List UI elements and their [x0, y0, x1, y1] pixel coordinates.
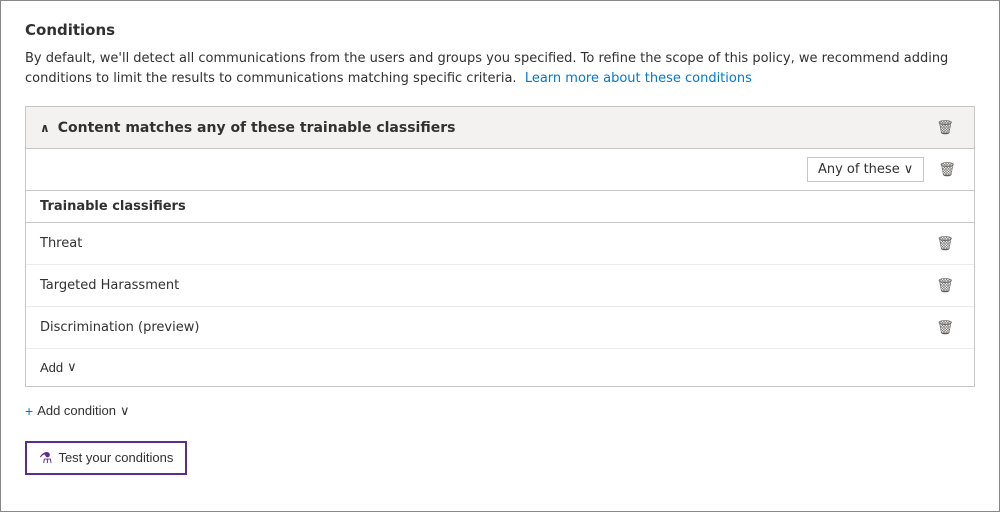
delete-condition-button[interactable]: 🗑: [930, 117, 960, 138]
toolbar-row: Any of these ∨ 🗑: [26, 149, 974, 191]
add-condition-label: Add condition: [37, 403, 116, 418]
classifiers-table: Trainable classifiers Threat 🗑 Targeted …: [26, 191, 974, 348]
test-conditions-button[interactable]: ⚗ Test your conditions: [25, 441, 187, 475]
bottom-actions: + Add condition ∨: [25, 403, 975, 419]
add-label: Add: [40, 360, 63, 375]
trash-icon: 🗑: [936, 277, 954, 294]
classifier-name: Discrimination (preview): [26, 307, 916, 349]
row-action-cell: 🗑: [916, 265, 974, 307]
delete-row-button[interactable]: 🗑: [930, 275, 960, 296]
trash-icon: 🗑: [936, 319, 954, 336]
trash-icon: 🗑: [936, 119, 954, 136]
condition-header-left: ∧ Content matches any of these trainable…: [40, 120, 455, 136]
add-classifier-button[interactable]: Add ∨: [40, 359, 77, 375]
any-of-these-dropdown[interactable]: Any of these ∨: [807, 157, 924, 182]
table-row: Threat 🗑: [26, 223, 974, 265]
collapse-chevron-icon[interactable]: ∧: [40, 121, 50, 135]
classifier-name: Threat: [26, 223, 916, 265]
column-header-actions: [916, 191, 974, 223]
conditions-page: Conditions By default, we'll detect all …: [1, 1, 999, 495]
chevron-down-icon: ∨: [904, 162, 914, 177]
classifier-name: Targeted Harassment: [26, 265, 916, 307]
delete-row-button[interactable]: 🗑: [930, 317, 960, 338]
beaker-icon: ⚗: [39, 449, 52, 467]
table-row: Targeted Harassment 🗑: [26, 265, 974, 307]
add-condition-chevron-icon: ∨: [120, 403, 130, 419]
page-description: By default, we'll detect all communicati…: [25, 49, 975, 88]
condition-block: ∧ Content matches any of these trainable…: [25, 106, 975, 387]
row-action-cell: 🗑: [916, 223, 974, 265]
trash-icon: 🗑: [936, 235, 954, 252]
any-of-these-label: Any of these: [818, 162, 900, 177]
add-classifier-row: Add ∨: [26, 348, 974, 386]
condition-header: ∧ Content matches any of these trainable…: [26, 107, 974, 149]
table-row: Discrimination (preview) 🗑: [26, 307, 974, 349]
delete-filter-button[interactable]: 🗑: [932, 159, 962, 180]
condition-title: Content matches any of these trainable c…: [58, 120, 456, 136]
trash-icon: 🗑: [938, 161, 956, 178]
learn-more-link[interactable]: Learn more about these conditions: [525, 71, 752, 86]
row-action-cell: 🗑: [916, 307, 974, 349]
plus-icon: +: [25, 403, 33, 419]
column-header-classifiers: Trainable classifiers: [26, 191, 916, 223]
page-title: Conditions: [25, 21, 975, 39]
test-conditions-label: Test your conditions: [58, 450, 173, 465]
delete-row-button[interactable]: 🗑: [930, 233, 960, 254]
add-chevron-down-icon: ∨: [67, 359, 77, 375]
test-conditions-area: ⚗ Test your conditions: [25, 431, 975, 475]
add-condition-button[interactable]: + Add condition ∨: [25, 403, 129, 419]
